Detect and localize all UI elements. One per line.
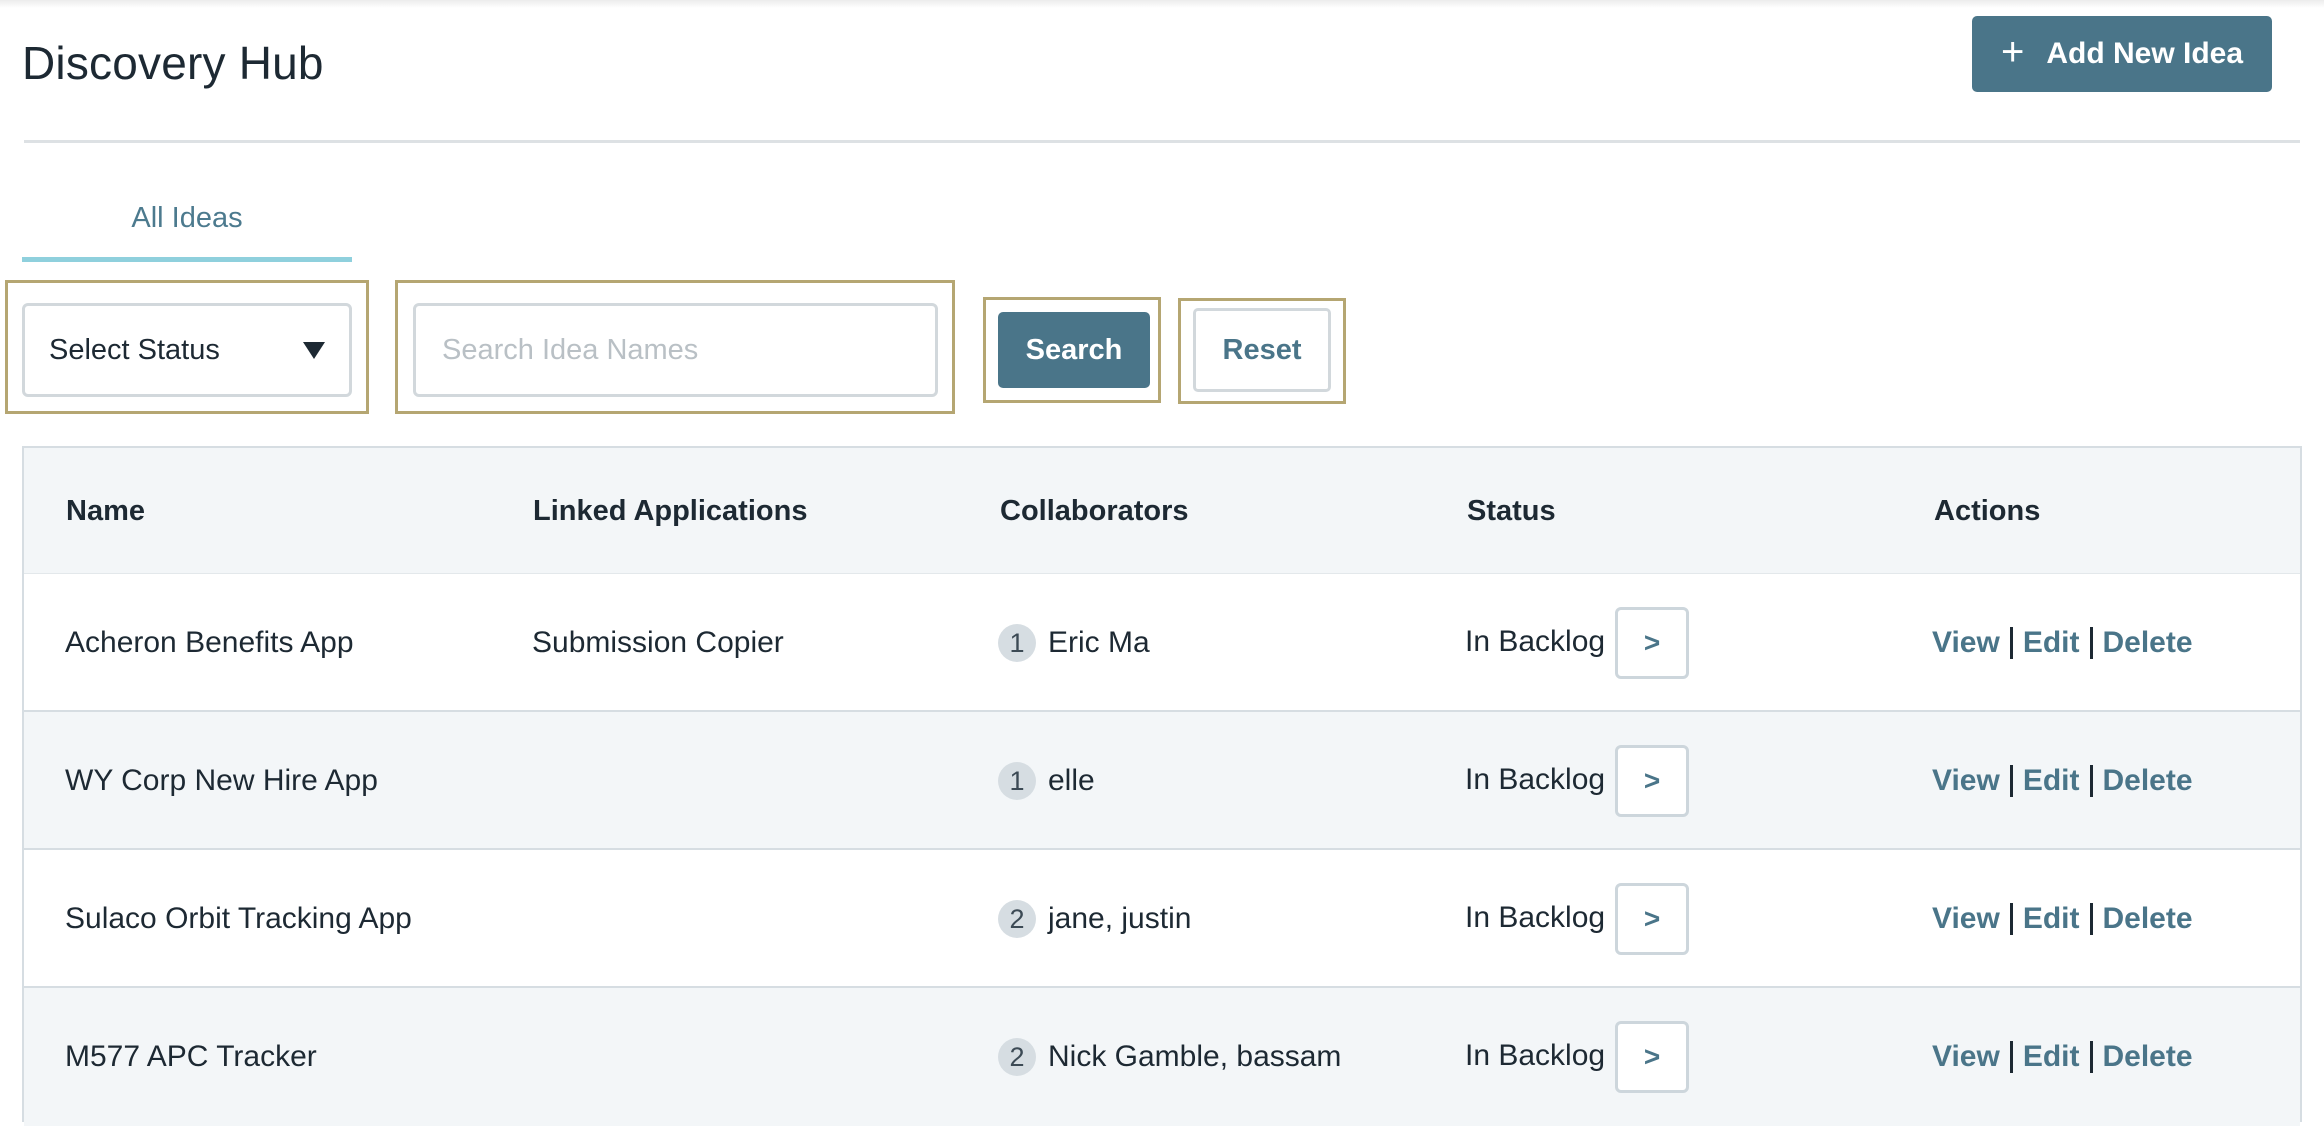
separator <box>2089 903 2093 935</box>
idea-name: Sulaco Orbit Tracking App <box>65 902 412 935</box>
separator <box>2089 765 2093 797</box>
idea-name: M577 APC Tracker <box>65 1040 317 1073</box>
delete-link[interactable]: Delete <box>2103 626 2193 660</box>
actions-cell: View Edit Delete <box>1932 850 2193 988</box>
collaborator-names: elle <box>1048 764 1095 797</box>
status-text: In Backlog <box>1465 625 1606 658</box>
collaborators-cell: 2 jane, justin <box>998 850 1191 988</box>
collaborator-names: jane, justin <box>1048 902 1192 935</box>
status-cell: In Backlog > <box>1465 712 1690 850</box>
collaborator-names: Eric Ma <box>1048 626 1150 659</box>
plus-icon: + <box>2000 30 2025 74</box>
status-select[interactable]: Select Status <box>22 303 352 397</box>
table-row: WY Corp New Hire App 1 elle In Backlog >… <box>24 712 2300 850</box>
status-text: In Backlog <box>1465 763 1606 796</box>
column-header-collaborators: Collaborators <box>1000 494 1189 527</box>
separator <box>2089 1041 2093 1073</box>
edit-link[interactable]: Edit <box>2023 764 2080 798</box>
add-new-idea-label: Add New Idea <box>2046 37 2244 70</box>
header-divider <box>24 140 2300 143</box>
tab-all-ideas-label: All Ideas <box>131 202 243 234</box>
status-text: In Backlog <box>1465 901 1606 934</box>
separator <box>2089 627 2093 659</box>
collaborators-cell: 2 Nick Gamble, bassam <box>998 988 1341 1126</box>
status-cell: In Backlog > <box>1465 988 1690 1126</box>
separator <box>2009 1041 2013 1073</box>
reset-button[interactable]: Reset <box>1193 308 1331 392</box>
status-select-value: Select Status <box>49 333 220 366</box>
delete-link[interactable]: Delete <box>2103 764 2193 798</box>
status-text: In Backlog <box>1465 1039 1606 1072</box>
search-idea-input[interactable] <box>413 303 938 397</box>
advance-status-button[interactable]: > <box>1615 1021 1690 1093</box>
advance-status-button[interactable]: > <box>1615 883 1690 955</box>
view-link[interactable]: View <box>1932 764 2000 798</box>
view-link[interactable]: View <box>1932 626 2000 660</box>
advance-status-button[interactable]: > <box>1615 745 1690 817</box>
page-title: Discovery Hub <box>22 37 324 89</box>
edit-link[interactable]: Edit <box>2023 902 2080 936</box>
search-button[interactable]: Search <box>998 312 1150 388</box>
collaborators-cell: 1 elle <box>998 712 1095 850</box>
ideas-table: Name Linked Applications Collaborators S… <box>22 446 2302 1126</box>
caret-down-icon <box>303 341 325 359</box>
collaborator-count-badge: 2 <box>998 1038 1036 1076</box>
actions-cell: View Edit Delete <box>1932 988 2193 1126</box>
column-header-name: Name <box>66 494 145 527</box>
collaborator-count-badge: 1 <box>998 762 1036 800</box>
column-header-actions: Actions <box>1934 494 2041 527</box>
collaborator-count-badge: 1 <box>998 624 1036 662</box>
advance-status-button[interactable]: > <box>1615 607 1690 679</box>
separator <box>2009 627 2013 659</box>
active-tab-underline <box>22 257 352 262</box>
actions-cell: View Edit Delete <box>1932 574 2193 712</box>
table-row: M577 APC Tracker 2 Nick Gamble, bassam I… <box>24 988 2300 1126</box>
edit-link[interactable]: Edit <box>2023 1040 2080 1074</box>
column-header-status: Status <box>1467 494 1556 527</box>
status-cell: In Backlog > <box>1465 850 1690 988</box>
collaborator-count-badge: 2 <box>998 900 1036 938</box>
collaborators-cell: 1 Eric Ma <box>998 574 1150 712</box>
separator <box>2009 903 2013 935</box>
idea-name: Acheron Benefits App <box>65 626 354 659</box>
actions-cell: View Edit Delete <box>1932 712 2193 850</box>
separator <box>2009 765 2013 797</box>
column-header-linked-applications: Linked Applications <box>533 494 808 527</box>
collaborator-names: Nick Gamble, bassam <box>1048 1040 1342 1073</box>
delete-link[interactable]: Delete <box>2103 1040 2193 1074</box>
view-link[interactable]: View <box>1932 1040 2000 1074</box>
edit-link[interactable]: Edit <box>2023 626 2080 660</box>
linked-application: Submission Copier <box>532 626 784 659</box>
delete-link[interactable]: Delete <box>2103 902 2193 936</box>
top-shadow <box>0 0 2324 8</box>
status-cell: In Backlog > <box>1465 574 1690 712</box>
table-row: Acheron Benefits App Submission Copier 1… <box>24 574 2300 712</box>
table-header: Name Linked Applications Collaborators S… <box>24 448 2300 574</box>
add-new-idea-button[interactable]: + Add New Idea <box>1972 16 2272 92</box>
view-link[interactable]: View <box>1932 902 2000 936</box>
table-row: Sulaco Orbit Tracking App 2 jane, justin… <box>24 850 2300 988</box>
idea-name: WY Corp New Hire App <box>65 764 378 797</box>
tab-all-ideas[interactable]: All Ideas <box>22 190 352 262</box>
